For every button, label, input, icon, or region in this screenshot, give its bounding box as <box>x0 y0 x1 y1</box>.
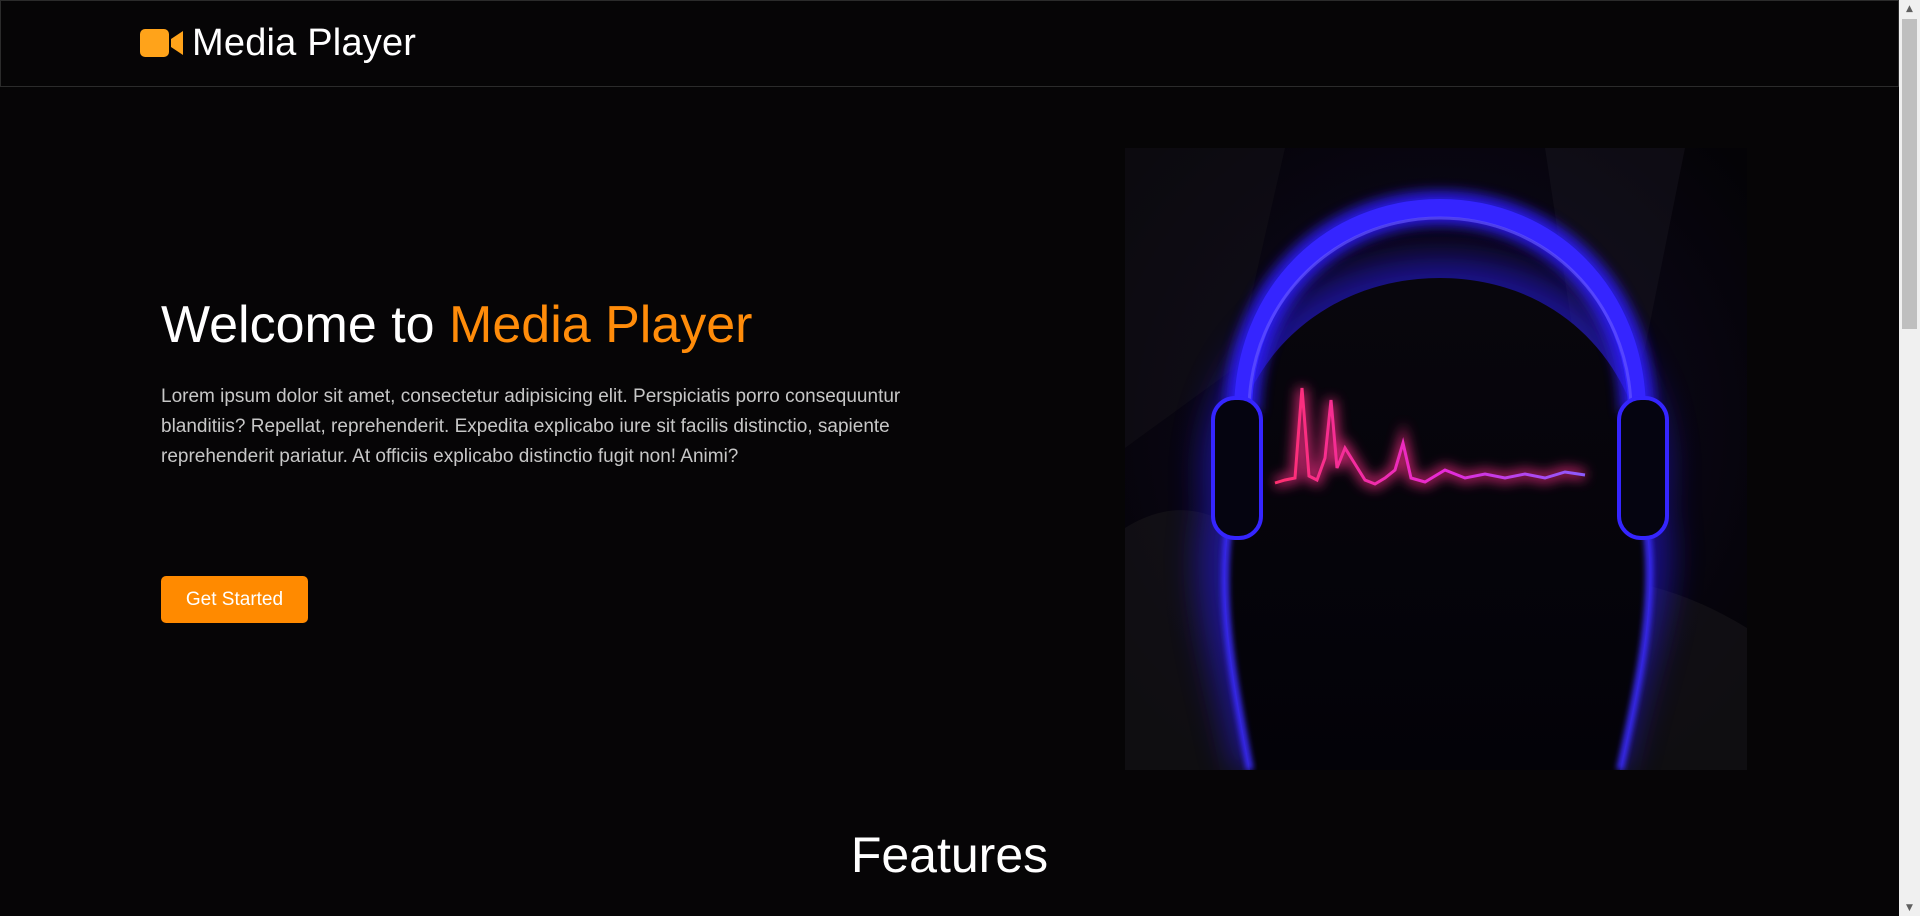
scroll-up-arrow-icon[interactable]: ▲ <box>1899 0 1920 17</box>
video-camera-icon <box>140 29 183 57</box>
brand-name: Media Player <box>192 21 417 64</box>
get-started-button[interactable]: Get Started <box>161 576 308 623</box>
navbar: Media Player <box>0 0 1899 87</box>
headphones-waveform-illustration <box>1125 148 1747 770</box>
scroll-down-arrow-icon[interactable]: ▼ <box>1899 899 1920 916</box>
hero-image <box>1125 148 1747 770</box>
hero-description: Lorem ipsum dolor sit amet, consectetur … <box>161 386 901 467</box>
hero-title-accent: Media Player <box>449 296 753 354</box>
hero-section: Welcome to Media Player Lorem ipsum dolo… <box>161 290 921 472</box>
features-heading: Features <box>850 827 1049 883</box>
page-scrollbar[interactable]: ▲ ▼ <box>1899 0 1920 916</box>
scrollbar-thumb[interactable] <box>1902 19 1917 329</box>
hero-title: Welcome to Media Player <box>161 290 921 360</box>
brand-link[interactable]: Media Player <box>140 21 416 65</box>
hero-title-prefix: Welcome to <box>161 296 450 354</box>
